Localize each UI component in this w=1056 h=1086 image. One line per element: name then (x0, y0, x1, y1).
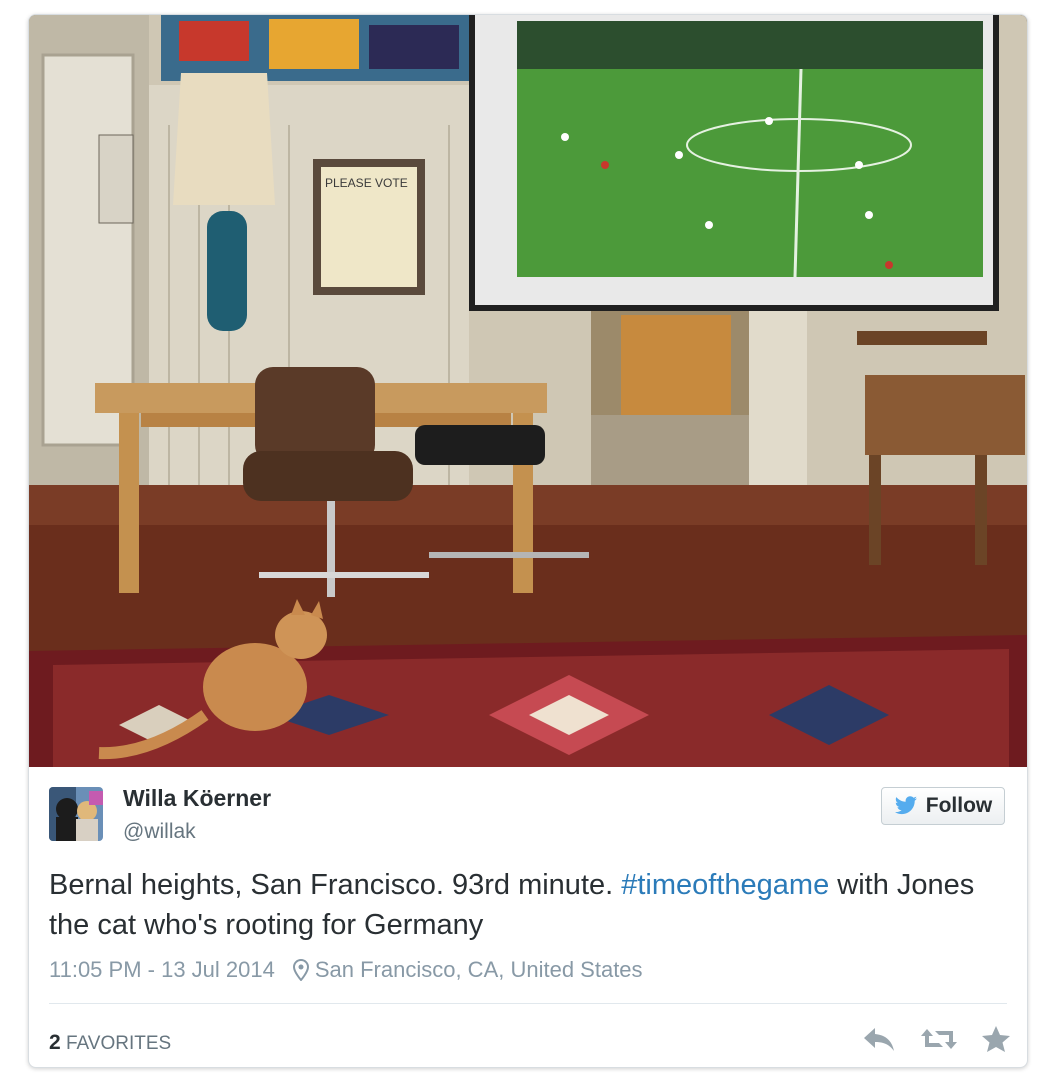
timestamp-link[interactable]: 11:05 PM - 13 Jul 2014 (49, 957, 275, 983)
divider (49, 1003, 1007, 1004)
tweet-actions (861, 1025, 1011, 1053)
tweet-card: PLEASE VOTE Willa Köerner @willak Follow… (28, 14, 1028, 1068)
tweet-photo[interactable]: PLEASE VOTE (29, 15, 1027, 767)
author-handle[interactable]: @willak (123, 820, 196, 844)
svg-text:PLEASE VOTE: PLEASE VOTE (325, 176, 408, 190)
tweet-text: Bernal heights, San Francisco. 93rd minu… (49, 865, 1009, 945)
follow-label: Follow (925, 794, 993, 817)
location-pin-icon (292, 959, 309, 981)
avatar[interactable] (49, 787, 103, 841)
twitter-bird-icon (894, 796, 918, 816)
follow-button[interactable]: Follow (881, 787, 1005, 825)
tweet-meta: 11:05 PM - 13 Jul 2014 San Francisco, CA… (49, 957, 643, 983)
favorites-label: FAVORITES (65, 1033, 172, 1054)
favorites-count[interactable]: 2 FAVORITES (49, 1031, 171, 1055)
retweet-icon[interactable] (919, 1025, 959, 1053)
author-name[interactable]: Willa Köerner (123, 785, 271, 812)
favorites-number: 2 (49, 1031, 61, 1054)
tweet-body: Willa Köerner @willak Follow Bernal heig… (29, 767, 1027, 1067)
reply-icon[interactable] (861, 1025, 897, 1053)
hashtag-link[interactable]: #timeofthegame (621, 869, 829, 901)
location-link[interactable]: San Francisco, CA, United States (315, 957, 643, 983)
star-icon[interactable] (981, 1025, 1011, 1053)
tweet-text-start: Bernal heights, San Francisco. 93rd minu… (49, 869, 622, 901)
